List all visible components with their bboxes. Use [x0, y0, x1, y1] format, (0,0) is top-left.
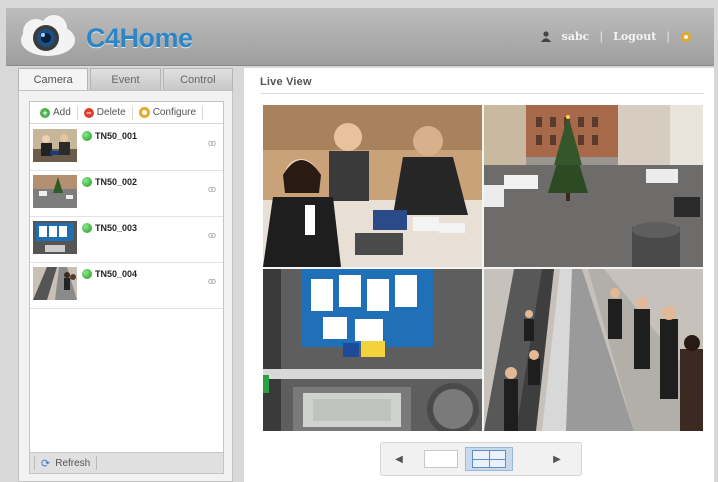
camera-item-tn50-001[interactable]: TN50_001 oo [30, 125, 223, 171]
quad-view-icon [472, 450, 506, 468]
refresh-button[interactable]: ⟳ Refresh [34, 456, 98, 470]
online-status-icon [82, 177, 92, 187]
page-title: Live View [260, 76, 312, 88]
video-grid [263, 105, 703, 431]
delete-label: Delete [96, 107, 126, 118]
configure-button[interactable]: Configure [131, 105, 204, 120]
layout-navigator: ◀ ▶ [380, 442, 582, 476]
live-view-panel: Live View ◀ ▶ [244, 68, 714, 482]
tab-camera[interactable]: Camera [18, 68, 89, 90]
camera-item-tn50-004[interactable]: TN50_004 oo [30, 263, 223, 309]
chain-link-icon[interactable]: oo [208, 230, 216, 240]
chain-link-icon[interactable]: oo [208, 138, 216, 148]
refresh-bar: ⟳ Refresh [30, 452, 223, 473]
add-button[interactable]: + Add [34, 106, 77, 120]
camera-item-tn50-003[interactable]: TN50_003 oo [30, 217, 223, 263]
camera-name: TN50_001 [95, 131, 138, 141]
gear-icon[interactable] [680, 31, 692, 43]
user-icon [540, 31, 551, 42]
chain-link-icon[interactable]: oo [208, 184, 216, 194]
configure-label: Configure [152, 107, 197, 118]
header-separator: | [599, 30, 604, 43]
camera-thumbnail [33, 175, 77, 208]
logo-icon [18, 14, 76, 58]
next-arrow-icon[interactable]: ▶ [539, 442, 575, 476]
camera-name: TN50_003 [95, 223, 138, 233]
camera-name: TN50_004 [95, 269, 138, 279]
video-feed-2[interactable] [484, 105, 703, 267]
quad-view-button[interactable] [465, 447, 513, 471]
camera-item-tn50-002[interactable]: TN50_002 oo [30, 171, 223, 217]
camera-toolbar: + Add − Delete Configure [30, 102, 223, 124]
refresh-label: Refresh [55, 457, 91, 469]
camera-panel: + Add − Delete Configure TN50_001 oo TN5… [18, 90, 233, 482]
video-feed-1[interactable] [263, 105, 482, 267]
add-label: Add [53, 107, 71, 118]
refresh-icon: ⟳ [41, 457, 51, 470]
single-view-button[interactable] [417, 447, 465, 471]
add-icon: + [40, 107, 50, 118]
sidebar: Camera Event Control + Add − Delete Conf… [18, 68, 233, 482]
delete-button[interactable]: − Delete [76, 105, 132, 120]
chain-link-icon[interactable]: oo [208, 276, 216, 286]
title-divider [260, 93, 704, 94]
user-area: sabc | Logout | [540, 30, 692, 43]
camera-list-box: + Add − Delete Configure TN50_001 oo TN5… [29, 101, 224, 474]
camera-thumbnail [33, 267, 77, 300]
video-feed-4[interactable] [484, 269, 703, 431]
online-status-icon [82, 269, 92, 279]
logout-link[interactable]: Logout [613, 30, 656, 43]
camera-name: TN50_002 [95, 177, 138, 187]
camera-thumbnail [33, 129, 77, 162]
online-status-icon [82, 223, 92, 233]
header-separator: | [666, 30, 670, 43]
tab-event[interactable]: Event [90, 68, 161, 90]
delete-icon: − [83, 107, 94, 118]
online-status-icon [82, 131, 92, 141]
header: C4Home sabc | Logout | [6, 8, 714, 66]
camera-thumbnail [33, 221, 77, 254]
tab-control[interactable]: Control [162, 68, 233, 90]
username: sabc [561, 30, 590, 43]
video-feed-3[interactable] [263, 269, 482, 431]
app-logo-text: C4Home [86, 23, 193, 53]
configure-gear-icon [138, 107, 150, 118]
sidebar-tabs: Camera Event Control [18, 68, 233, 90]
camera-list: TN50_001 oo TN50_002 oo TN50_003 oo TN50… [30, 125, 223, 309]
prev-arrow-icon[interactable]: ◀ [381, 442, 417, 476]
single-view-icon [424, 450, 458, 468]
app-window: C4Home sabc | Logout | Camera Event Cont… [0, 0, 718, 482]
layout-spacer [513, 447, 539, 471]
